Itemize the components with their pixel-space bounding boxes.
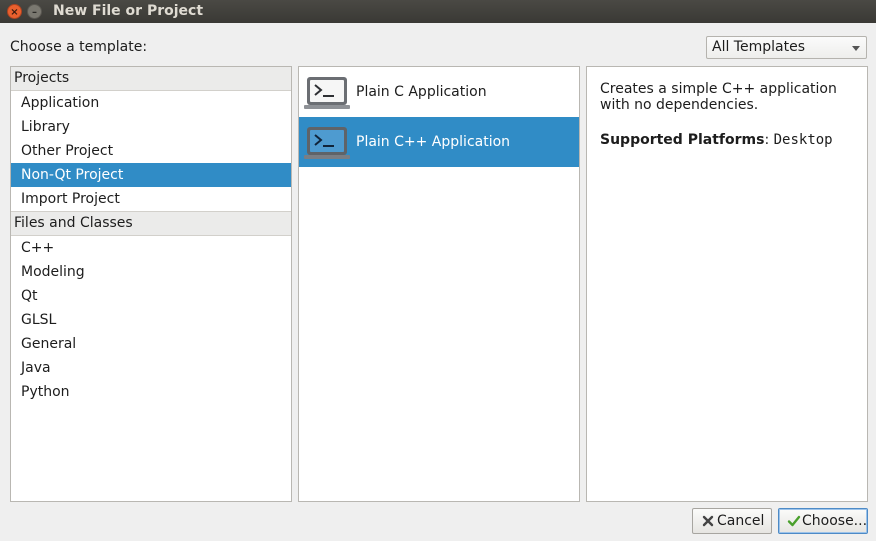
category-item-import-project[interactable]: Import Project [11,187,291,211]
checkmark-icon [787,515,801,527]
window-minimize-button[interactable]: – [27,4,42,19]
supported-platforms-label: Supported Platforms [600,132,765,148]
template-filter-value: All Templates [712,39,805,55]
minimize-icon: – [32,7,37,18]
category-item-general[interactable]: General [11,332,291,356]
category-item-cpp[interactable]: C++ [11,236,291,260]
supported-platforms-separator: : [764,132,774,148]
choose-button-label: Choose... [802,513,868,529]
choose-button[interactable]: Choose... [778,508,868,534]
cancel-button[interactable]: Cancel [692,508,772,534]
window-title: New File or Project [53,3,204,19]
category-item-qt[interactable]: Qt [11,284,291,308]
template-filter-select[interactable]: All Templates [706,36,867,59]
category-item-non-qt-project[interactable]: Non-Qt Project [11,163,291,187]
category-item-python[interactable]: Python [11,380,291,404]
cancel-button-label: Cancel [717,513,765,529]
template-description: Creates a simple C++ application with no… [600,81,837,113]
description-panel: Creates a simple C++ application with no… [586,66,868,502]
dropdown-arrow-icon [852,46,860,51]
terminal-icon [304,77,350,109]
title-bar: × – New File or Project [0,0,876,23]
template-item-plain-cpp[interactable]: Plain C++ Application [299,117,579,167]
window-close-button[interactable]: × [7,4,22,19]
category-group-projects: Projects [11,67,291,91]
category-list[interactable]: Projects Application Library Other Proje… [10,66,292,502]
category-item-modeling[interactable]: Modeling [11,260,291,284]
cancel-x-icon [702,515,714,527]
supported-platforms: Supported Platforms: Desktop [600,131,833,149]
choose-template-label: Choose a template: [10,39,148,55]
template-label: Plain C++ Application [356,134,511,150]
category-item-glsl[interactable]: GLSL [11,308,291,332]
category-item-application[interactable]: Application [11,91,291,115]
terminal-icon [304,127,350,159]
category-item-library[interactable]: Library [11,115,291,139]
template-item-plain-c[interactable]: Plain C Application [299,67,579,117]
template-label: Plain C Application [356,84,487,100]
close-icon: × [10,7,19,18]
category-item-other-project[interactable]: Other Project [11,139,291,163]
category-group-files-and-classes: Files and Classes [11,211,291,236]
category-item-java[interactable]: Java [11,356,291,380]
template-list[interactable]: Plain C Application Plain C++ Applicatio… [298,66,580,502]
supported-platforms-value: Desktop [773,132,833,148]
